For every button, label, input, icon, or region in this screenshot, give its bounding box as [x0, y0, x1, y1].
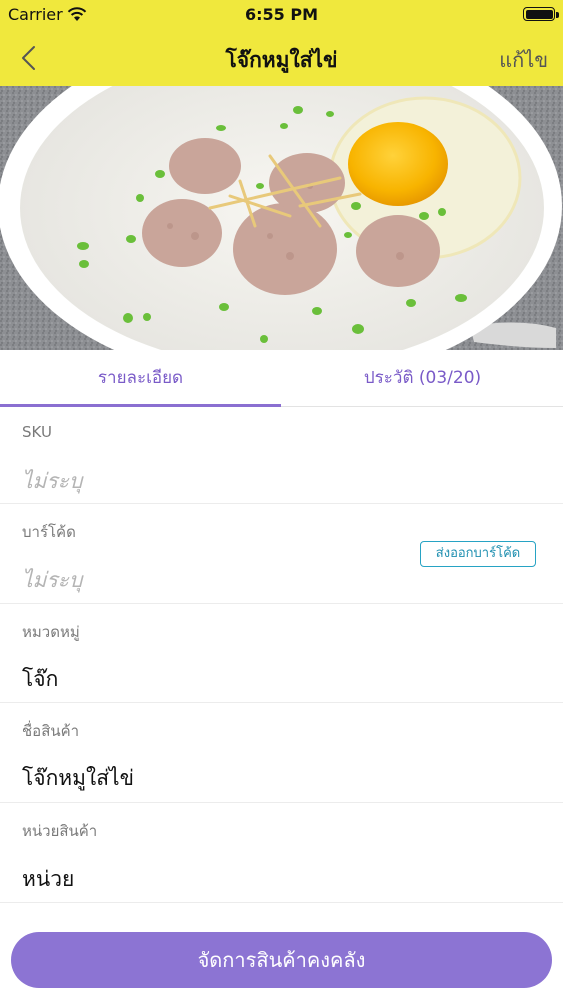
barcode-value: ไม่ระบุ [22, 568, 83, 592]
edit-button[interactable]: แก้ไข [499, 44, 548, 76]
sku-label: SKU [22, 423, 52, 441]
tab-history[interactable]: ประวัติ (03/20) [282, 350, 563, 406]
product-image [0, 86, 563, 350]
status-bar: Carrier 6:55 PM [0, 0, 563, 30]
page-title: โจ๊กหมูใส่ไข่ [225, 48, 338, 72]
clock: 6:55 PM [244, 5, 318, 24]
manage-inventory-button[interactable]: จัดการสินค้าคงคลัง [11, 932, 552, 988]
tab-bar: รายละเอียด ประวัติ (03/20) [0, 350, 563, 407]
unit-value: หน่วย [22, 867, 75, 891]
product-name-field: ชื่อสินค้า โจ๊กหมูใส่ไข่ [0, 702, 563, 803]
unit-label: หน่วยสินค้า [22, 822, 98, 840]
nav-bar: โจ๊กหมูใส่ไข่ แก้ไข [0, 30, 563, 86]
barcode-label: บาร์โค้ด [22, 523, 76, 541]
tab-details[interactable]: รายละเอียด [0, 350, 281, 406]
sku-field: SKU ไม่ระบุ [0, 407, 563, 504]
category-value: โจ๊ก [22, 667, 59, 691]
battery-icon [523, 7, 555, 21]
unit-field: หน่วยสินค้า หน่วย [0, 802, 563, 903]
category-label: หมวดหมู่ [22, 623, 80, 641]
sku-value: ไม่ระบุ [22, 469, 83, 493]
category-field: หมวดหมู่ โจ๊ก [0, 603, 563, 703]
product-name-label: ชื่อสินค้า [22, 722, 80, 740]
product-name-value: โจ๊กหมูใส่ไข่ [22, 766, 134, 790]
export-barcode-button[interactable]: ส่งออกบาร์โค้ด [420, 541, 536, 567]
battery-tip [556, 12, 559, 18]
